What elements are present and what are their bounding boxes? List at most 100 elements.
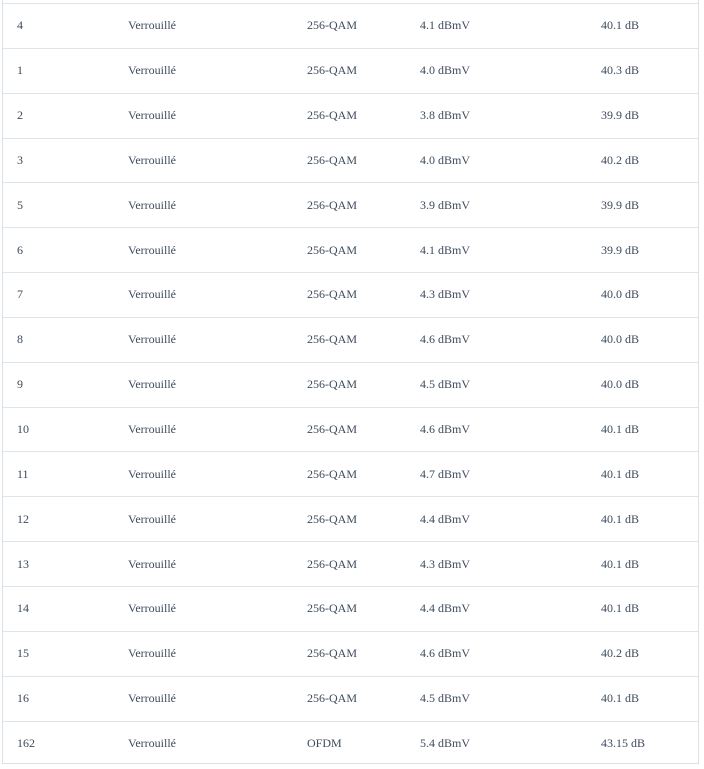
channel-id-cell: 11 <box>17 466 29 481</box>
power-level-cell: 3.9 dBmV <box>420 197 471 212</box>
lock-status-cell: Verrouillé <box>128 152 176 167</box>
snr-cell: 39.9 dB <box>601 242 640 257</box>
snr-cell: 40.1 dB <box>601 18 640 33</box>
channel-id-cell: 12 <box>17 511 29 526</box>
channel-id-cell: 5 <box>17 197 23 212</box>
channel-id-cell: 9 <box>17 377 23 392</box>
modulation-cell: 256-QAM <box>307 422 357 437</box>
table-row: 4 Verrouillé 256-QAM 4.1 dBmV 40.1 dB <box>3 3 698 48</box>
channel-id-cell: 162 <box>17 735 35 750</box>
modulation-cell: 256-QAM <box>307 287 357 302</box>
table-row: 11 Verrouillé 256-QAM 4.7 dBmV 40.1 dB <box>3 451 698 496</box>
lock-status-cell: Verrouillé <box>128 108 176 123</box>
power-level-cell: 4.1 dBmV <box>420 242 471 257</box>
modulation-cell: 256-QAM <box>307 691 357 706</box>
power-level-cell: 4.1 dBmV <box>420 18 471 33</box>
table-row: 13 Verrouillé 256-QAM 4.3 dBmV 40.1 dB <box>3 541 698 586</box>
snr-cell: 43.15 dB <box>601 735 646 750</box>
lock-status-cell: Verrouillé <box>128 197 176 212</box>
modulation-cell: 256-QAM <box>307 601 357 616</box>
table-row: 3 Verrouillé 256-QAM 4.0 dBmV 40.2 dB <box>3 137 698 183</box>
power-level-cell: 4.0 dBmV <box>420 152 471 167</box>
lock-status-cell: Verrouillé <box>128 422 176 437</box>
modulation-cell: 256-QAM <box>307 466 357 481</box>
modulation-cell: 256-QAM <box>307 152 357 167</box>
snr-cell: 40.1 dB <box>601 466 640 481</box>
table-row: 8 Verrouillé 256-QAM 4.6 dBmV 40.0 dB <box>3 316 698 362</box>
power-level-cell: 4.5 dBmV <box>420 377 471 392</box>
modulation-cell: 256-QAM <box>307 646 357 661</box>
table-row: 16 Verrouillé 256-QAM 4.5 dBmV 40.1 dB <box>3 675 698 721</box>
modulation-cell: 256-QAM <box>307 556 357 571</box>
lock-status-cell: Verrouillé <box>128 735 176 750</box>
table-row: 14 Verrouillé 256-QAM 4.4 dBmV 40.1 dB <box>3 585 698 631</box>
lock-status-cell: Verrouillé <box>128 691 176 706</box>
power-level-cell: 4.6 dBmV <box>420 422 471 437</box>
power-level-cell: 4.3 dBmV <box>420 556 471 571</box>
snr-cell: 40.1 dB <box>601 422 640 437</box>
power-level-cell: 4.6 dBmV <box>420 646 471 661</box>
snr-cell: 39.9 dB <box>601 108 640 123</box>
lock-status-cell: Verrouillé <box>128 242 176 257</box>
modulation-cell: 256-QAM <box>307 511 357 526</box>
table-row: 6 Verrouillé 256-QAM 4.1 dBmV 39.9 dB <box>3 227 698 272</box>
channel-id-cell: 1 <box>17 63 23 78</box>
power-level-cell: 4.5 dBmV <box>420 691 471 706</box>
table-row: 12 Verrouillé 256-QAM 4.4 dBmV 40.1 dB <box>3 496 698 541</box>
lock-status-cell: Verrouillé <box>128 287 176 302</box>
channel-id-cell: 6 <box>17 242 23 257</box>
snr-cell: 40.1 dB <box>601 511 640 526</box>
channel-id-cell: 2 <box>17 108 23 123</box>
modulation-cell: 256-QAM <box>307 18 357 33</box>
power-level-cell: 4.7 dBmV <box>420 466 471 481</box>
power-level-cell: 4.4 dBmV <box>420 601 471 616</box>
lock-status-cell: Verrouillé <box>128 332 176 347</box>
table-row: 5 Verrouillé 256-QAM 3.9 dBmV 39.9 dB <box>3 182 698 227</box>
table-row: 1 Verrouillé 256-QAM 4.0 dBmV 40.3 dB <box>3 47 698 93</box>
snr-cell: 40.0 dB <box>601 377 640 392</box>
lock-status-cell: Verrouillé <box>128 511 176 526</box>
downstream-channel-table: 4 Verrouillé 256-QAM 4.1 dBmV 40.1 dB 1 Verrou… <box>2 0 699 764</box>
lock-status-cell: Verrouillé <box>128 556 176 571</box>
snr-cell: 40.0 dB <box>601 287 640 302</box>
lock-status-cell: Verrouillé <box>128 377 176 392</box>
channel-id-cell: 15 <box>17 646 29 661</box>
modulation-cell: 256-QAM <box>307 108 357 123</box>
snr-cell: 40.1 dB <box>601 601 640 616</box>
channel-id-cell: 13 <box>17 556 29 571</box>
channel-id-cell: 3 <box>17 152 23 167</box>
lock-status-cell: Verrouillé <box>128 466 176 481</box>
table-row: 162 Verrouillé OFDM 5.4 dBmV 43.15 dB <box>3 720 698 764</box>
modulation-cell: 256-QAM <box>307 377 357 392</box>
snr-cell: 39.9 dB <box>601 197 640 212</box>
modulation-cell: OFDM <box>307 735 342 750</box>
channel-id-cell: 8 <box>17 332 23 347</box>
lock-status-cell: Verrouillé <box>128 63 176 78</box>
snr-cell: 40.3 dB <box>601 63 640 78</box>
table-row: 7 Verrouillé 256-QAM 4.3 dBmV 40.0 dB <box>3 272 698 317</box>
power-level-cell: 3.8 dBmV <box>420 108 471 123</box>
table-row: 2 Verrouillé 256-QAM 3.8 dBmV 39.9 dB <box>3 92 698 138</box>
power-level-cell: 4.3 dBmV <box>420 287 471 302</box>
channel-id-cell: 4 <box>17 18 23 33</box>
table-body: 4 Verrouillé 256-QAM 4.1 dBmV 40.1 dB 1 Verrou… <box>3 3 698 764</box>
lock-status-cell: Verrouillé <box>128 18 176 33</box>
channel-id-cell: 10 <box>17 422 29 437</box>
modulation-cell: 256-QAM <box>307 332 357 347</box>
power-level-cell: 4.4 dBmV <box>420 511 471 526</box>
lock-status-cell: Verrouillé <box>128 601 176 616</box>
snr-cell: 40.2 dB <box>601 646 640 661</box>
snr-cell: 40.1 dB <box>601 691 640 706</box>
power-level-cell: 4.6 dBmV <box>420 332 471 347</box>
table-row: 9 Verrouillé 256-QAM 4.5 dBmV 40.0 dB <box>3 361 698 407</box>
table-row: 10 Verrouillé 256-QAM 4.6 dBmV 40.1 dB <box>3 406 698 452</box>
channel-id-cell: 16 <box>17 691 29 706</box>
channel-id-cell: 14 <box>17 601 29 616</box>
channel-id-cell: 7 <box>17 287 23 302</box>
snr-cell: 40.1 dB <box>601 556 640 571</box>
modulation-cell: 256-QAM <box>307 197 357 212</box>
snr-cell: 40.0 dB <box>601 332 640 347</box>
lock-status-cell: Verrouillé <box>128 646 176 661</box>
snr-cell: 40.2 dB <box>601 152 640 167</box>
modulation-cell: 256-QAM <box>307 63 357 78</box>
